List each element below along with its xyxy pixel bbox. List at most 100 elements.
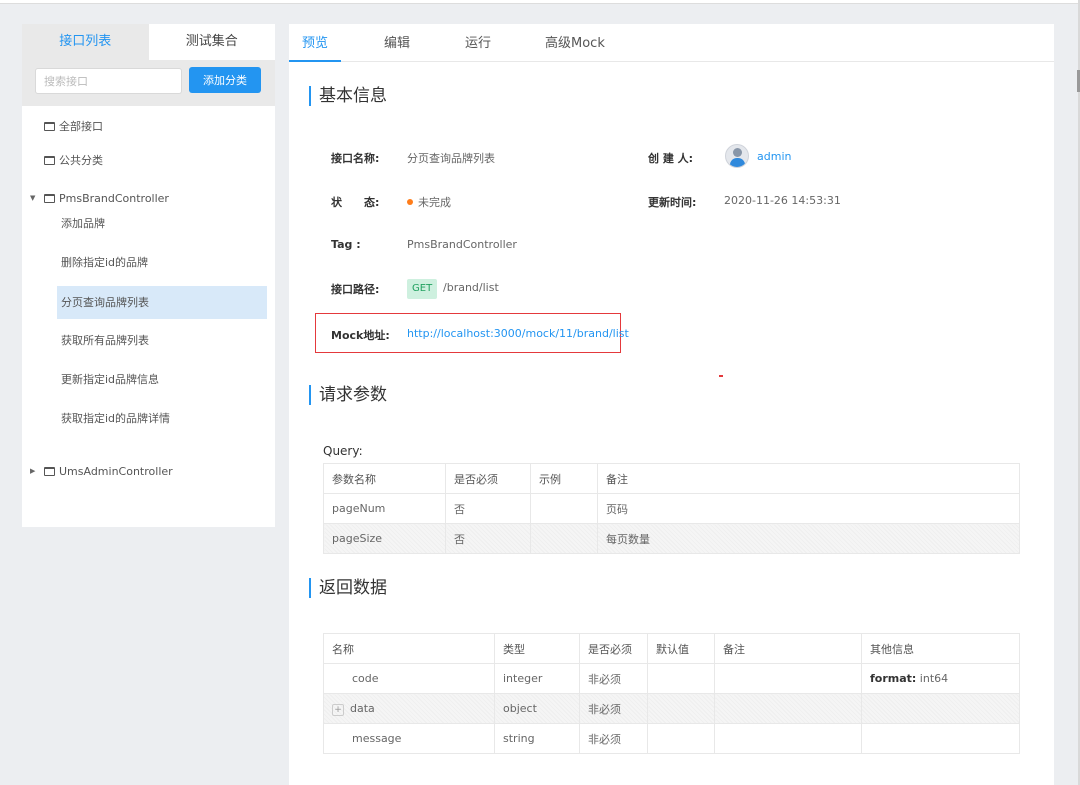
param-required: 否 — [445, 523, 531, 554]
tree-item-label: PmsBrandController — [59, 191, 169, 205]
tree-item-public-category[interactable]: 公共分类 — [22, 150, 275, 170]
column-header: 类型 — [494, 633, 580, 664]
interface-item[interactable]: 获取指定id的品牌详情 — [57, 402, 267, 435]
label-status: 状 态: — [331, 196, 380, 209]
field-other-info — [861, 693, 1020, 724]
sidebar-search-bar: 添加分类 — [22, 60, 275, 106]
method-badge: GET — [407, 279, 438, 299]
folder-icon — [44, 121, 55, 131]
label-mock-address: Mock地址: — [331, 329, 390, 342]
caret-down-icon[interactable]: ▼ — [30, 194, 35, 202]
interface-item[interactable]: 删除指定id的品牌 — [57, 246, 267, 279]
add-category-button[interactable]: 添加分类 — [189, 67, 261, 93]
value-tag: PmsBrandController — [407, 238, 517, 251]
param-example — [530, 493, 598, 524]
tree-item-all-interfaces[interactable]: 全部接口 — [22, 116, 275, 136]
field-name: code — [323, 663, 495, 694]
interface-item[interactable]: 获取所有品牌列表 — [57, 324, 267, 357]
column-header: 其他信息 — [861, 633, 1020, 664]
creator-link[interactable]: admin — [757, 150, 791, 163]
section-title-request-params: 请求参数 — [309, 385, 387, 405]
field-note — [714, 723, 862, 754]
field-required: 非必须 — [579, 693, 648, 724]
tab-interface-list[interactable]: 接口列表 — [22, 24, 149, 60]
value-interface-name: 分页查询品牌列表 — [407, 152, 495, 165]
param-required: 否 — [445, 493, 531, 524]
active-tab-indicator — [289, 60, 341, 62]
field-default — [647, 693, 715, 724]
column-header: 是否必须 — [445, 463, 531, 494]
sidebar-tabs: 接口列表 测试集合 — [22, 24, 275, 60]
field-other-info: format: int64 — [861, 663, 1020, 694]
field-other-info — [861, 723, 1020, 754]
table-row: code integer 非必须 format: int64 — [323, 663, 1020, 694]
table-row: pageNum 否 页码 — [323, 493, 1020, 524]
tab-run[interactable]: 运行 — [465, 24, 491, 62]
section-title-response-data: 返回数据 — [309, 578, 387, 598]
tab-edit[interactable]: 编辑 — [384, 24, 410, 62]
label-tag: Tag : — [331, 238, 361, 251]
param-example — [530, 523, 598, 554]
search-input[interactable] — [35, 68, 182, 94]
field-default — [647, 723, 715, 754]
column-header: 默认值 — [647, 633, 715, 664]
detail-tabs: 预览 编辑 运行 高级Mock — [289, 24, 1054, 62]
label-creator: 创 建 人: — [648, 152, 694, 165]
column-header: 是否必须 — [579, 633, 648, 664]
column-header: 备注 — [714, 633, 862, 664]
section-title-basic-info: 基本信息 — [309, 86, 387, 106]
value-updated-time: 2020-11-26 14:53:31 — [724, 194, 841, 207]
field-type: string — [494, 723, 580, 754]
query-params-table: 参数名称 是否必须 示例 备注 pageNum 否 页码 pageSize 否 … — [323, 463, 1020, 554]
table-row: pageSize 否 每页数量 — [323, 523, 1020, 554]
param-note: 每页数量 — [597, 523, 1020, 554]
tab-test-collection[interactable]: 测试集合 — [148, 24, 275, 60]
status-dot-icon — [407, 199, 413, 205]
tree-item-label: UmsAdminController — [59, 464, 173, 478]
label-path: 接口路径: — [331, 283, 380, 296]
field-default — [647, 663, 715, 694]
param-name: pageSize — [323, 523, 446, 554]
column-header: 示例 — [530, 463, 598, 494]
field-name: message — [323, 723, 495, 754]
column-header: 名称 — [323, 633, 495, 664]
avatar[interactable] — [725, 144, 749, 168]
expand-plus-icon[interactable]: + — [332, 703, 344, 716]
field-required: 非必须 — [579, 723, 648, 754]
interface-item-active[interactable]: 分页查询品牌列表 — [57, 286, 267, 319]
table-row: + data object 非必须 — [323, 693, 1020, 724]
folder-icon — [44, 193, 55, 203]
field-note — [714, 663, 862, 694]
field-type: integer — [494, 663, 580, 694]
tab-advanced-mock[interactable]: 高级Mock — [545, 24, 605, 62]
window-top-strip — [0, 0, 1080, 4]
table-row: message string 非必须 — [323, 723, 1020, 754]
column-header: 备注 — [597, 463, 1020, 494]
folder-icon — [44, 155, 55, 165]
param-name: pageNum — [323, 493, 446, 524]
response-fields-table: 名称 类型 是否必须 默认值 备注 其他信息 code integer 非必须 … — [323, 633, 1020, 754]
tree-item-ums-admin-controller[interactable]: ▶ UmsAdminController — [22, 461, 275, 481]
mock-address-link[interactable]: http://localhost:3000/mock/11/brand/list — [407, 327, 629, 340]
value-path: /brand/list — [443, 281, 499, 294]
tree-item-pms-brand-controller[interactable]: ▼ PmsBrandController — [22, 188, 275, 208]
field-type: object — [494, 693, 580, 724]
interface-sidebar: 接口列表 测试集合 添加分类 全部接口 公共分类 ▼ PmsBrandContr… — [22, 24, 275, 527]
tab-preview[interactable]: 预览 — [302, 24, 328, 62]
folder-icon — [44, 466, 55, 476]
table-header-row: 参数名称 是否必须 示例 备注 — [323, 463, 1020, 494]
interface-item[interactable]: 添加品牌 — [57, 207, 267, 240]
column-header: 参数名称 — [323, 463, 446, 494]
field-required: 非必须 — [579, 663, 648, 694]
annotation-mark — [719, 375, 723, 377]
status-badge: 未完成 — [407, 194, 451, 210]
label-interface-name: 接口名称: — [331, 152, 380, 165]
interface-detail-panel: 预览 编辑 运行 高级Mock 基本信息 接口名称: 分页查询品牌列表 创 建 … — [289, 24, 1054, 785]
interface-item[interactable]: 更新指定id品牌信息 — [57, 363, 267, 396]
label-updated-time: 更新时间: — [648, 196, 697, 209]
caret-right-icon[interactable]: ▶ — [30, 467, 35, 475]
table-header-row: 名称 类型 是否必须 默认值 备注 其他信息 — [323, 633, 1020, 664]
tree-item-label: 全部接口 — [59, 120, 103, 133]
tree-item-label: 公共分类 — [59, 154, 103, 167]
param-note: 页码 — [597, 493, 1020, 524]
